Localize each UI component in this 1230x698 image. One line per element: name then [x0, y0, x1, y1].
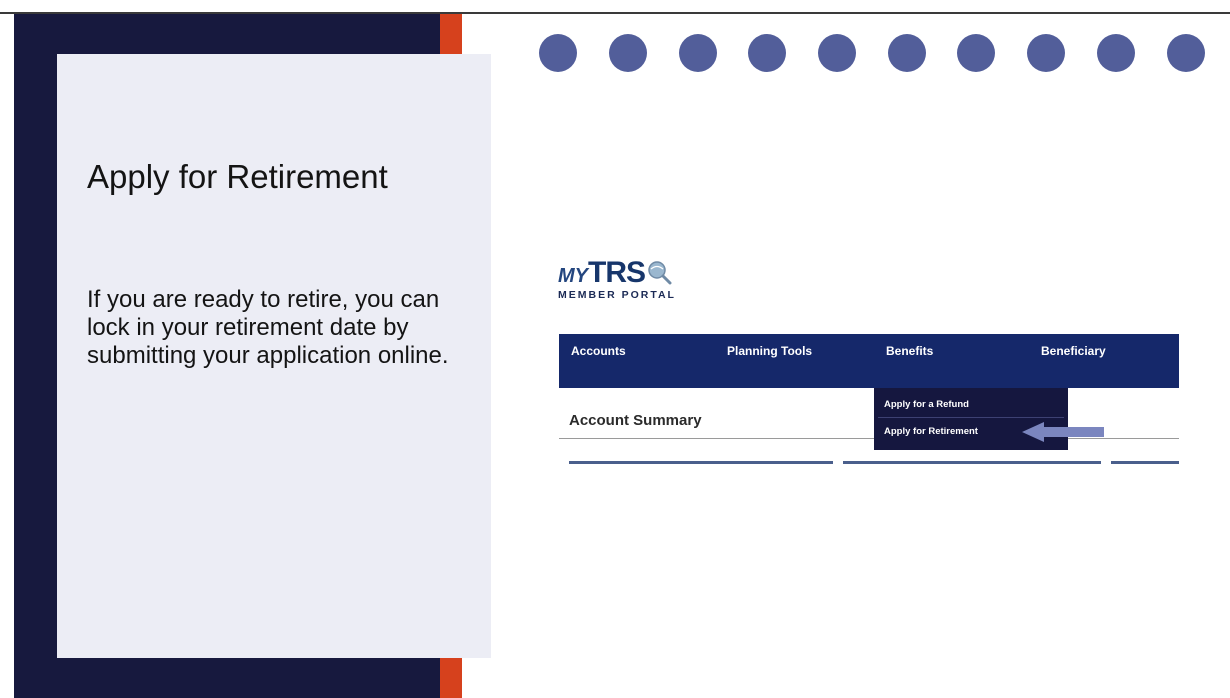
dot [539, 34, 577, 72]
dot [1097, 34, 1135, 72]
nav-planning-tools[interactable]: Planning Tools [727, 344, 812, 358]
logo-wordmark: MYTRS [558, 258, 676, 288]
portal-nav-bar: Accounts Planning Tools Benefits Benefic… [559, 334, 1179, 388]
logo-trs: TRS [588, 256, 646, 289]
tab-underline [843, 461, 1101, 464]
orange-accent-top [440, 14, 462, 56]
dot [888, 34, 926, 72]
text-panel: Apply for Retirement If you are ready to… [57, 54, 491, 658]
arrow-left-icon [1022, 422, 1106, 447]
slide-title: Apply for Retirement [87, 158, 388, 195]
menu-divider [878, 417, 1064, 418]
mytrs-logo[interactable]: MYTRS MEMBER PORTAL [558, 258, 676, 302]
nav-beneficiary[interactable]: Beneficiary [1041, 344, 1106, 358]
dot [1027, 34, 1065, 72]
dot [748, 34, 786, 72]
slide-body: If you are ready to retire, you can lock… [87, 286, 449, 369]
logo-subtitle: MEMBER PORTAL [558, 289, 676, 301]
logo-my: MY [558, 265, 588, 287]
dot [1167, 34, 1205, 72]
menu-apply-retirement[interactable]: Apply for Retirement [884, 426, 978, 437]
account-summary-heading: Account Summary [569, 412, 702, 429]
dot [957, 34, 995, 72]
dot [609, 34, 647, 72]
tab-underline [1111, 461, 1179, 464]
orange-accent-bottom [440, 658, 462, 698]
nav-accounts[interactable]: Accounts [571, 344, 626, 358]
dot [818, 34, 856, 72]
tab-underline [569, 461, 833, 464]
menu-apply-refund[interactable]: Apply for a Refund [884, 399, 969, 410]
nav-benefits[interactable]: Benefits [886, 344, 933, 358]
dot [679, 34, 717, 72]
